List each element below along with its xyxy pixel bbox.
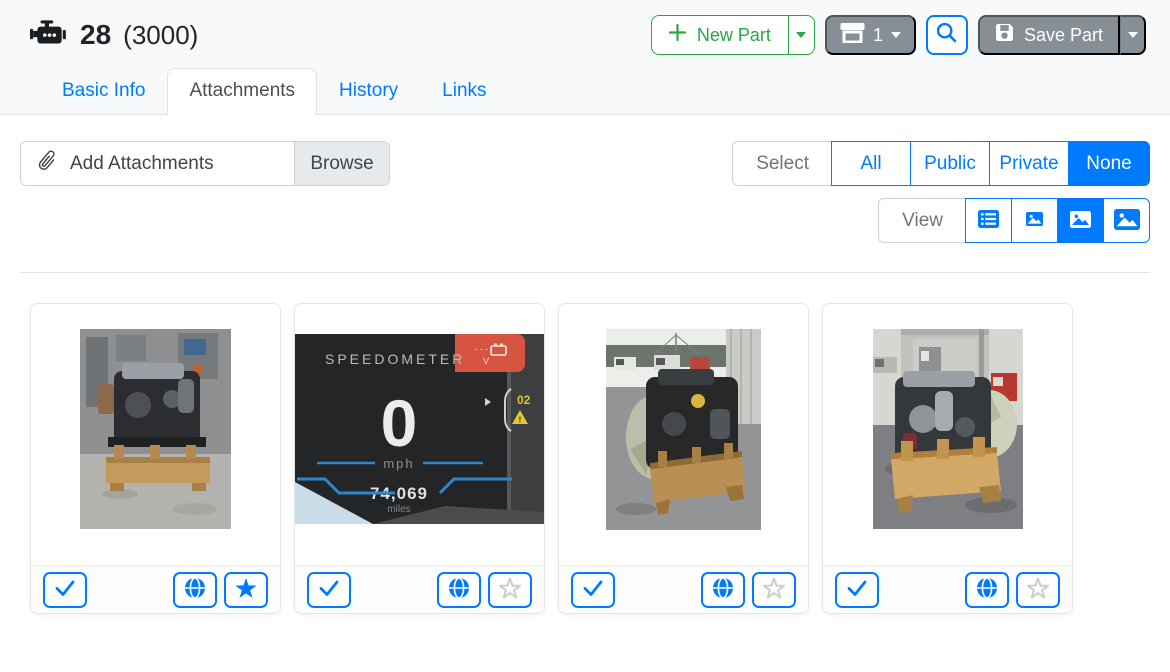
save-part-dropdown-button[interactable] bbox=[1120, 15, 1146, 55]
add-attachments-file-input[interactable]: Add Attachments Browse bbox=[20, 141, 390, 186]
svg-text:miles: miles bbox=[387, 504, 410, 515]
svg-text:SPEEDOMETER: SPEEDOMETER bbox=[325, 351, 465, 367]
svg-text:0: 0 bbox=[381, 386, 418, 460]
attachment-thumbnail[interactable] bbox=[31, 304, 280, 565]
star-toggle-button[interactable] bbox=[752, 571, 796, 608]
browse-button[interactable]: Browse bbox=[294, 142, 389, 185]
attachment-actions bbox=[823, 565, 1072, 613]
select-attachment-button[interactable] bbox=[43, 571, 87, 608]
header-actions: New Part 1 Save Part bbox=[650, 15, 1146, 55]
svg-text:V: V bbox=[483, 356, 489, 366]
attachment-thumbnail[interactable] bbox=[823, 304, 1072, 565]
tab-basic-info[interactable]: Basic Info bbox=[40, 68, 167, 115]
new-part-dropdown-button[interactable] bbox=[788, 15, 815, 55]
globe-icon bbox=[448, 577, 470, 602]
tab-attachments[interactable]: Attachments bbox=[167, 68, 318, 115]
star-toggle-button[interactable] bbox=[488, 571, 532, 608]
star-outline-icon bbox=[498, 577, 522, 603]
engine-photo-truck-yard bbox=[606, 329, 761, 530]
select-button-group: Select All Public Private None bbox=[732, 141, 1150, 186]
store-count-dropdown-button[interactable]: 1 bbox=[824, 15, 916, 55]
new-part-button[interactable]: New Part bbox=[650, 15, 789, 55]
engine-icon bbox=[30, 19, 68, 52]
check-icon bbox=[54, 579, 76, 600]
store-icon bbox=[840, 22, 865, 48]
select-group-label: Select bbox=[732, 141, 832, 186]
chevron-down-icon bbox=[796, 32, 807, 38]
select-attachment-button[interactable] bbox=[571, 571, 615, 608]
paperclip-icon bbox=[36, 149, 59, 178]
attachment-card bbox=[30, 303, 281, 614]
public-toggle-button[interactable] bbox=[173, 571, 217, 608]
medium-image-icon bbox=[1070, 210, 1091, 231]
part-number: 28 bbox=[80, 19, 112, 50]
globe-icon bbox=[184, 577, 206, 602]
select-public-button[interactable]: Public bbox=[910, 141, 990, 186]
speedometer-photo: ---- V SPEEDOMETER 0 mph 74,069 miles 02… bbox=[295, 334, 544, 524]
part-title: 28 (3000) bbox=[30, 19, 198, 52]
attachment-card bbox=[558, 303, 809, 614]
svg-text:mph: mph bbox=[383, 456, 414, 471]
engine-photo-building bbox=[872, 329, 1023, 529]
medium-thumbnail-view-button[interactable] bbox=[1057, 198, 1104, 243]
plus-icon bbox=[668, 23, 687, 46]
select-attachment-button[interactable] bbox=[835, 571, 879, 608]
tab-links[interactable]: Links bbox=[420, 68, 508, 115]
check-icon bbox=[846, 579, 868, 600]
save-part-button[interactable]: Save Part bbox=[977, 15, 1120, 55]
select-attachment-button[interactable] bbox=[307, 571, 351, 608]
view-button-group: View bbox=[878, 198, 1150, 243]
tab-bar: Basic Info Attachments History Links bbox=[30, 68, 1146, 115]
public-toggle-button[interactable] bbox=[701, 571, 745, 608]
save-icon bbox=[995, 23, 1014, 47]
toolbar-divider bbox=[20, 272, 1150, 273]
search-button[interactable] bbox=[925, 15, 968, 55]
part-total-count: (3000) bbox=[123, 19, 199, 50]
chevron-down-icon bbox=[1127, 32, 1138, 38]
list-view-icon bbox=[978, 210, 999, 231]
star-outline-icon bbox=[762, 577, 786, 603]
view-group-label: View bbox=[878, 198, 966, 243]
attachments-panel: Add Attachments Browse Select All Public… bbox=[0, 115, 1170, 614]
star-outline-icon bbox=[1026, 577, 1050, 603]
attachment-card bbox=[822, 303, 1073, 614]
large-thumbnail-view-button[interactable] bbox=[1103, 198, 1150, 243]
svg-text:----: ---- bbox=[475, 344, 495, 354]
globe-icon bbox=[712, 577, 734, 602]
public-toggle-button[interactable] bbox=[965, 571, 1009, 608]
select-all-button[interactable]: All bbox=[831, 141, 911, 186]
list-view-button[interactable] bbox=[965, 198, 1012, 243]
chevron-down-icon bbox=[890, 32, 901, 38]
attachment-grid: ---- V SPEEDOMETER 0 mph 74,069 miles 02… bbox=[20, 303, 1150, 614]
attachment-actions bbox=[31, 565, 280, 613]
attachment-card: ---- V SPEEDOMETER 0 mph 74,069 miles 02… bbox=[294, 303, 545, 614]
star-filled-icon bbox=[234, 577, 258, 603]
attachment-actions bbox=[559, 565, 808, 613]
attachment-thumbnail[interactable]: ---- V SPEEDOMETER 0 mph 74,069 miles 02… bbox=[295, 304, 544, 565]
svg-text:02: 02 bbox=[517, 393, 531, 407]
public-toggle-button[interactable] bbox=[437, 571, 481, 608]
star-toggle-button[interactable] bbox=[224, 571, 268, 608]
engine-photo-workshop bbox=[80, 329, 231, 529]
tab-history[interactable]: History bbox=[317, 68, 420, 115]
small-image-icon bbox=[1026, 212, 1043, 229]
attachment-actions bbox=[295, 565, 544, 613]
check-icon bbox=[318, 579, 340, 600]
add-attachments-label: Add Attachments bbox=[70, 152, 214, 174]
star-toggle-button[interactable] bbox=[1016, 571, 1060, 608]
large-image-icon bbox=[1113, 208, 1140, 233]
svg-text:!: ! bbox=[519, 416, 522, 425]
attachment-thumbnail[interactable] bbox=[559, 304, 808, 565]
page-header: 28 (3000) New Part 1 Save Part Basic Inf… bbox=[0, 0, 1170, 115]
select-none-button[interactable]: None bbox=[1068, 141, 1150, 186]
select-private-button[interactable]: Private bbox=[989, 141, 1069, 186]
small-thumbnail-view-button[interactable] bbox=[1011, 198, 1058, 243]
globe-icon bbox=[976, 577, 998, 602]
check-icon bbox=[582, 579, 604, 600]
search-icon bbox=[936, 22, 957, 48]
